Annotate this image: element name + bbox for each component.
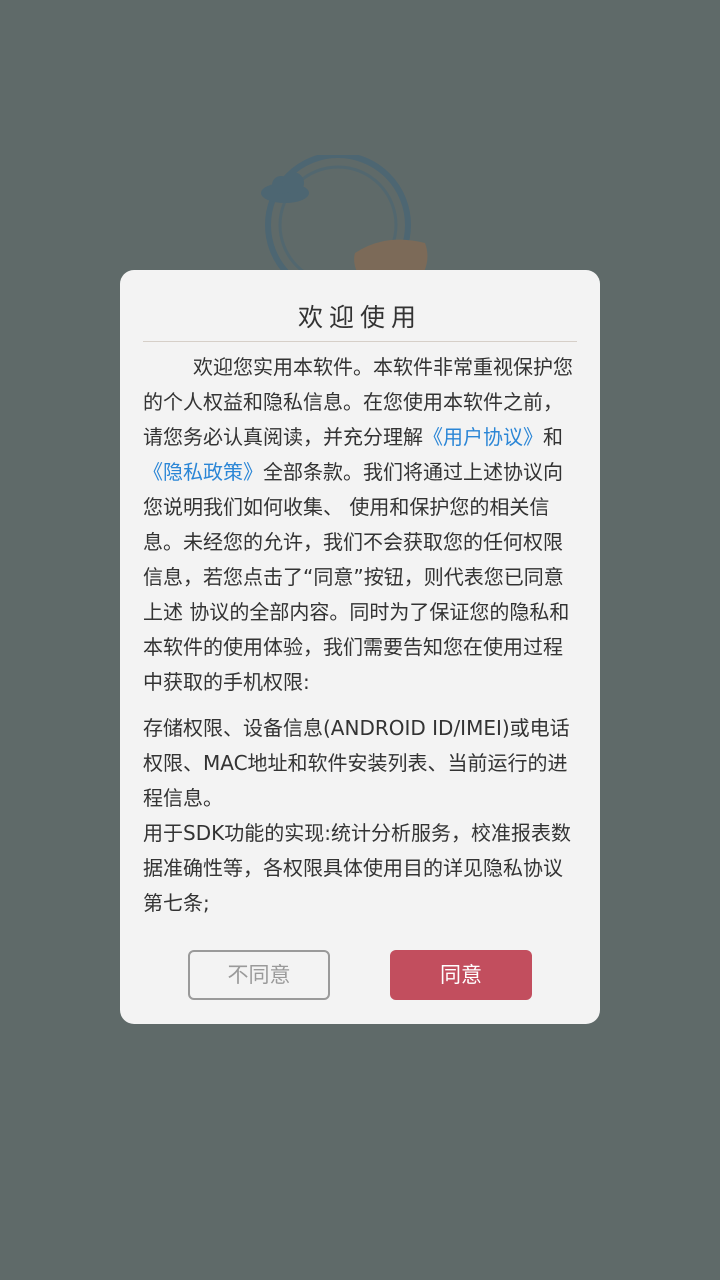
user-agreement-link[interactable]: 《用户协议》 (423, 425, 543, 449)
disagree-button[interactable]: 不同意 (188, 950, 330, 1000)
intro-paragraph: 欢迎您实用本软件。本软件非常重视保护您的个人权益和隐私信息。在您使用本软件之前，… (143, 350, 579, 700)
intro-suffix-text: 全部条款。我们将通过上述协议向您说明我们如何收集、 使用和保护您的相关信息。未经… (143, 460, 570, 694)
privacy-consent-dialog: 欢迎使用 欢迎您实用本软件。本软件非常重视保护您的个人权益和隐私信息。在您使用本… (120, 270, 600, 1024)
privacy-policy-link[interactable]: 《隐私政策》 (143, 460, 263, 484)
dialog-content: 欢迎您实用本软件。本软件非常重视保护您的个人权益和隐私信息。在您使用本软件之前，… (143, 350, 579, 921)
splash-logo-icon (261, 155, 428, 285)
conjunction-text: 和 (543, 425, 563, 449)
dialog-title: 欢迎使用 (297, 303, 422, 332)
sdk-purpose-paragraph: 用于SDK功能的实现:统计分析服务，校准报表数据准确性等，各权限具体使用目的详见… (143, 821, 571, 915)
title-divider (143, 341, 577, 342)
permissions-paragraph: 存储权限、设备信息(ANDROID ID/IMEI)或电话权限、MAC地址和软件… (143, 716, 570, 810)
agree-button[interactable]: 同意 (390, 950, 532, 1000)
